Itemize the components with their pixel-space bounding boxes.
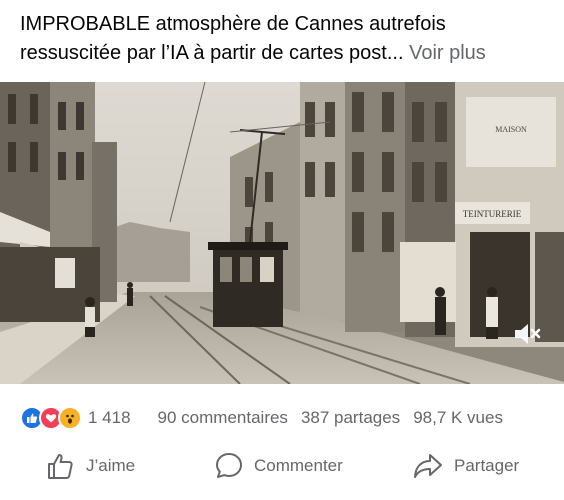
post-actions-bar: J’aime Commenter Partager <box>0 447 564 487</box>
mute-button[interactable] <box>510 316 546 352</box>
post-caption: IMPROBABLE atmosphère de Cannes autrefoi… <box>20 10 550 68</box>
facade-sign: MAISON <box>495 125 527 134</box>
share-button[interactable]: Partager <box>412 451 519 481</box>
shares-count-link[interactable]: 387 partages <box>301 408 400 428</box>
share-arrow-icon <box>414 454 442 478</box>
post-video[interactable]: TEINTURERIE MAISON <box>0 82 564 384</box>
caption-line-2: ressuscitée par l’IA à partir de cartes … <box>20 39 550 68</box>
wow-reaction-icon <box>58 406 82 430</box>
vintage-street-photo: TEINTURERIE MAISON <box>0 82 564 384</box>
caption-line-1: IMPROBABLE atmosphère de Cannes autrefoi… <box>20 13 446 35</box>
thumbs-up-icon <box>48 454 73 479</box>
shop-sign: TEINTURERIE <box>463 209 522 219</box>
speaker-muted-icon <box>515 324 541 344</box>
views-count: 98,7 K vues <box>413 408 503 427</box>
comment-bubble-icon <box>216 453 242 478</box>
reactions-summary[interactable]: 1 418 <box>20 406 131 430</box>
comments-count-link[interactable]: 90 commentaires <box>158 408 288 428</box>
comment-button[interactable]: Commenter <box>214 451 343 481</box>
comment-label: Commenter <box>254 456 343 475</box>
post-stats-bar: 1 418 90 commentaires 387 partages 98,7 … <box>20 404 550 432</box>
caption-line-2-text: ressuscitée par l’IA à partir de cartes … <box>20 42 404 64</box>
share-label: Partager <box>454 456 520 475</box>
reaction-count: 1 418 <box>88 408 131 427</box>
like-button[interactable]: J’aime <box>46 451 135 481</box>
see-more-link[interactable]: Voir plus <box>409 42 486 64</box>
like-label: J’aime <box>86 456 136 475</box>
